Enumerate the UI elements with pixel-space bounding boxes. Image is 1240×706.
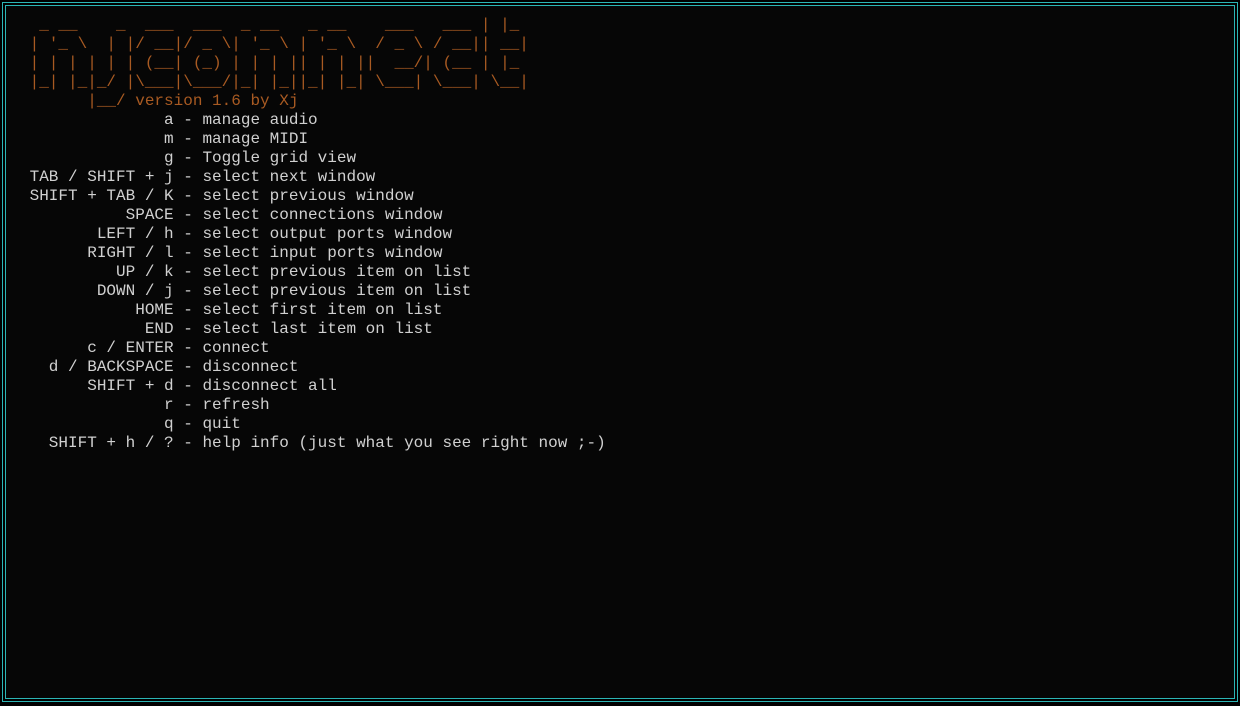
help-description: quit: [202, 415, 240, 433]
help-line: d / BACKSPACE - disconnect: [20, 358, 1220, 377]
help-line: LEFT / h - select output ports window: [20, 225, 1220, 244]
help-description: disconnect all: [202, 377, 336, 395]
help-separator: -: [174, 396, 203, 414]
help-line: SHIFT + d - disconnect all: [20, 377, 1220, 396]
help-description: disconnect: [202, 358, 298, 376]
help-description: help info (just what you see right now ;…: [202, 434, 605, 452]
help-description: select next window: [202, 168, 375, 186]
help-key: RIGHT / l: [20, 244, 174, 262]
help-separator: -: [174, 434, 203, 452]
help-key: DOWN / j: [20, 282, 174, 300]
help-key: UP / k: [20, 263, 174, 281]
help-description: connect: [202, 339, 269, 357]
help-description: refresh: [202, 396, 269, 414]
help-line: c / ENTER - connect: [20, 339, 1220, 358]
help-key: SPACE: [20, 206, 174, 224]
help-line: SHIFT + TAB / K - select previous window: [20, 187, 1220, 206]
help-key: a: [20, 111, 174, 129]
terminal-outer-frame: _ __ _ ___ ___ _ __ _ __ ___ ___ | |_ | …: [2, 2, 1238, 702]
help-line: DOWN / j - select previous item on list: [20, 282, 1220, 301]
help-key: q: [20, 415, 174, 433]
help-key: c / ENTER: [20, 339, 174, 357]
help-description: select input ports window: [202, 244, 442, 262]
help-key: LEFT / h: [20, 225, 174, 243]
help-separator: -: [174, 244, 203, 262]
help-separator: -: [174, 263, 203, 281]
help-separator: -: [174, 415, 203, 433]
help-line: r - refresh: [20, 396, 1220, 415]
help-description: select last item on list: [202, 320, 432, 338]
help-description: manage MIDI: [202, 130, 308, 148]
help-line: END - select last item on list: [20, 320, 1220, 339]
help-line: HOME - select first item on list: [20, 301, 1220, 320]
help-separator: -: [174, 358, 203, 376]
ascii-logo: _ __ _ ___ ___ _ __ _ __ ___ ___ | |_ | …: [20, 16, 1220, 92]
help-description: manage audio: [202, 111, 317, 129]
help-key: HOME: [20, 301, 174, 319]
help-line: m - manage MIDI: [20, 130, 1220, 149]
help-line: q - quit: [20, 415, 1220, 434]
help-key: g: [20, 149, 174, 167]
help-key: d / BACKSPACE: [20, 358, 174, 376]
help-line: g - Toggle grid view: [20, 149, 1220, 168]
help-key: SHIFT + h / ?: [20, 434, 174, 452]
help-separator: -: [174, 339, 203, 357]
help-separator: -: [174, 320, 203, 338]
help-separator: -: [174, 187, 203, 205]
help-key: m: [20, 130, 174, 148]
help-description: select output ports window: [202, 225, 452, 243]
help-key: SHIFT + TAB / K: [20, 187, 174, 205]
help-separator: -: [174, 168, 203, 186]
help-line: TAB / SHIFT + j - select next window: [20, 168, 1220, 187]
help-description: select connections window: [202, 206, 442, 224]
help-separator: -: [174, 377, 203, 395]
help-key: r: [20, 396, 174, 414]
help-line: SPACE - select connections window: [20, 206, 1220, 225]
help-separator: -: [174, 130, 203, 148]
help-separator: -: [174, 149, 203, 167]
help-line: RIGHT / l - select input ports window: [20, 244, 1220, 263]
help-description: select previous item on list: [202, 282, 471, 300]
help-line: SHIFT + h / ? - help info (just what you…: [20, 434, 1220, 453]
help-line: a - manage audio: [20, 111, 1220, 130]
help-line: UP / k - select previous item on list: [20, 263, 1220, 282]
version-text: version 1.6 by Xj: [135, 92, 298, 110]
help-description: select previous window: [202, 187, 413, 205]
help-description: select first item on list: [202, 301, 442, 319]
terminal-inner-frame: _ __ _ ___ ___ _ __ _ __ ___ ___ | |_ | …: [5, 5, 1235, 699]
help-key: TAB / SHIFT + j: [20, 168, 174, 186]
help-key: SHIFT + d: [20, 377, 174, 395]
help-separator: -: [174, 282, 203, 300]
help-description: Toggle grid view: [202, 149, 356, 167]
help-separator: -: [174, 225, 203, 243]
help-key: END: [20, 320, 174, 338]
help-separator: -: [174, 301, 203, 319]
version-prefix: |__/: [20, 92, 135, 110]
help-list: a - manage audio m - manage MIDI g - Tog…: [20, 111, 1220, 453]
help-separator: -: [174, 111, 203, 129]
help-separator: -: [174, 206, 203, 224]
version-line: |__/ version 1.6 by Xj: [20, 92, 1220, 111]
help-description: select previous item on list: [202, 263, 471, 281]
